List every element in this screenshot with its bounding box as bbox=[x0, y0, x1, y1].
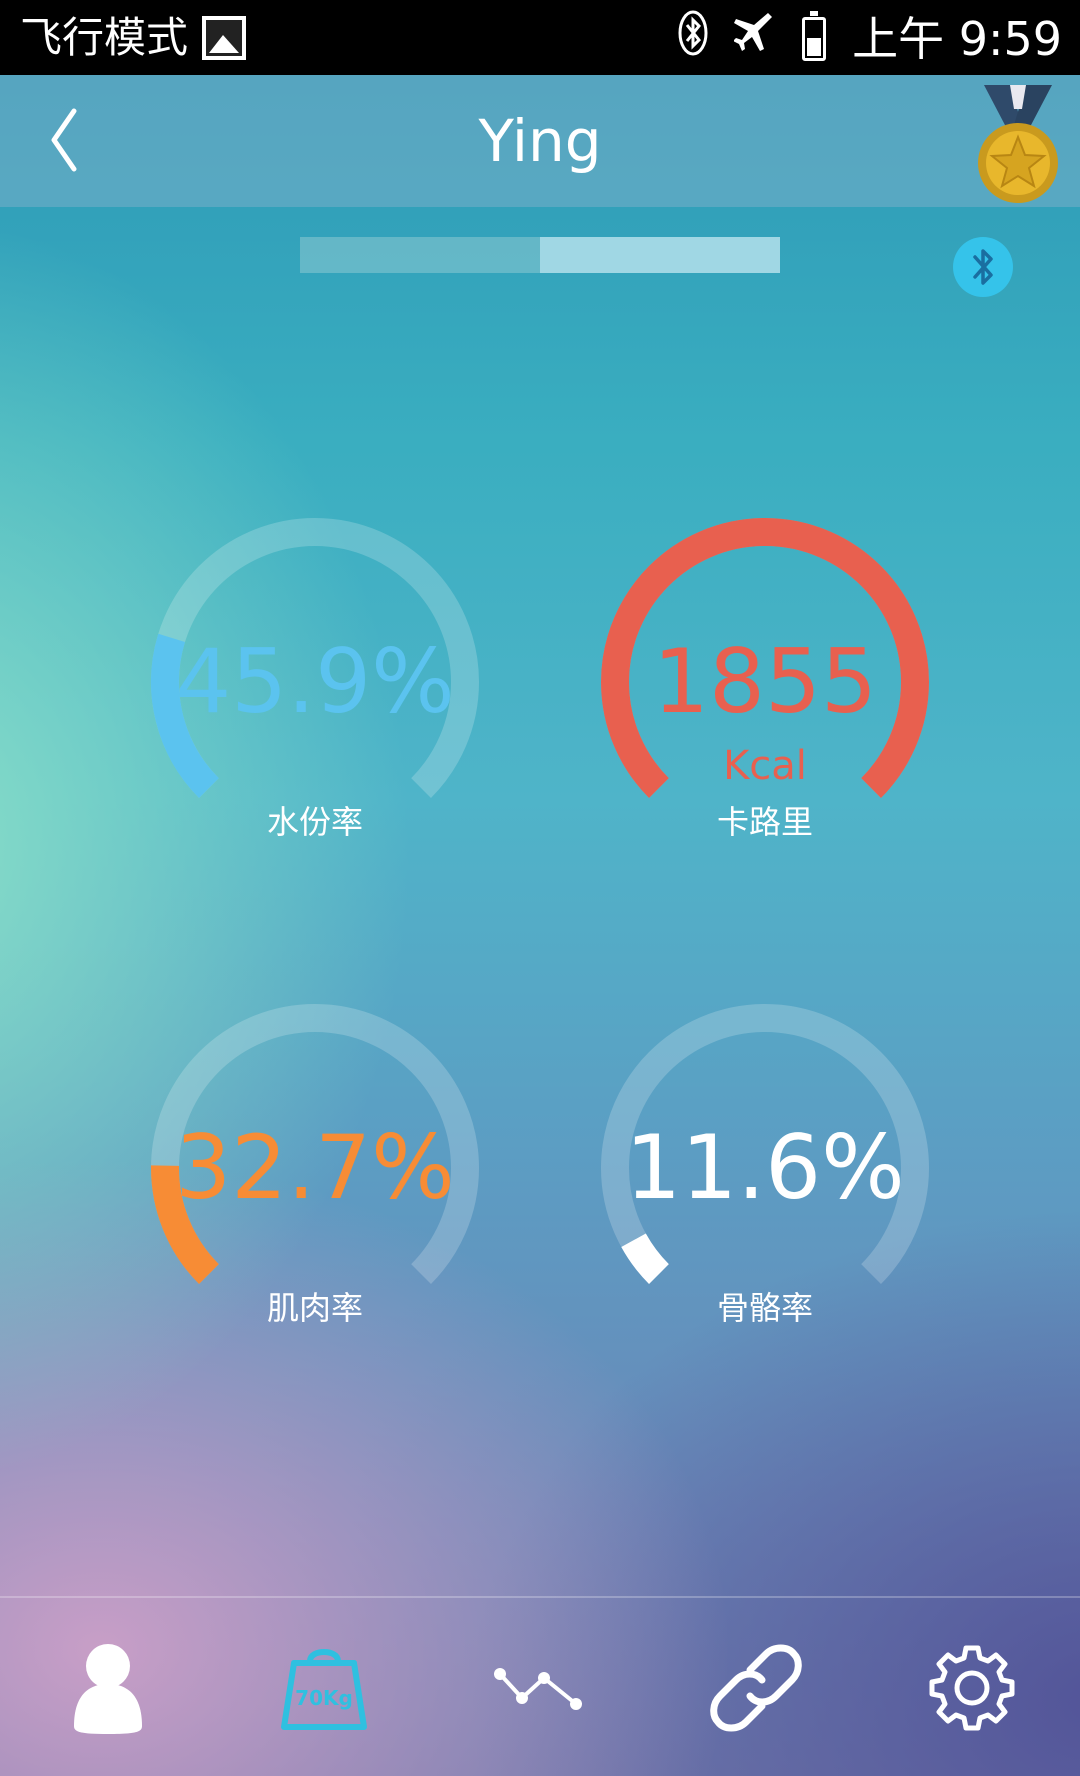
airplane-mode-text: 飞行模式 bbox=[20, 13, 189, 62]
link-icon bbox=[710, 1644, 802, 1732]
image-notification-icon bbox=[202, 16, 247, 60]
screen: 飞行模式 上午 9:59 Ying 45.9% 水份率 1855 Kcal 卡路… bbox=[0, 0, 1080, 1776]
status-time: 上午 9:59 bbox=[852, 12, 1062, 66]
bottom-nav: 70Kg bbox=[0, 1596, 1080, 1776]
bluetooth-status-icon bbox=[678, 10, 708, 68]
scale-icon-text: 70Kg bbox=[295, 1686, 353, 1710]
calorie-gauge: 1855 Kcal 卡路里 bbox=[595, 512, 935, 892]
scale-icon: 70Kg bbox=[281, 1649, 367, 1730]
nav-connect[interactable] bbox=[648, 1598, 864, 1776]
status-left: 飞行模式 bbox=[20, 10, 247, 66]
status-right: 上午 9:59 bbox=[678, 10, 1062, 68]
bone-rate-value: 11.6% bbox=[625, 1116, 905, 1219]
bone-rate-gauge: 11.6% 骨骼率 bbox=[595, 998, 935, 1378]
airplane-icon bbox=[733, 11, 776, 67]
page-indicator bbox=[300, 237, 780, 273]
medal-icon[interactable] bbox=[970, 85, 1066, 205]
bone-rate-label: 骨骼率 bbox=[716, 1289, 813, 1327]
calorie-unit: Kcal bbox=[723, 743, 807, 789]
trend-icon bbox=[494, 1668, 582, 1710]
person-icon bbox=[74, 1644, 142, 1734]
bluetooth-icon bbox=[973, 249, 993, 285]
water-rate-value: 45.9% bbox=[175, 630, 455, 733]
calorie-label: 卡路里 bbox=[716, 803, 813, 841]
battery-icon bbox=[802, 11, 827, 61]
page-indicator-segment-2[interactable] bbox=[540, 237, 780, 273]
gear-icon bbox=[929, 1645, 1015, 1731]
calorie-value: 1855 bbox=[653, 630, 877, 733]
muscle-rate-label: 肌肉率 bbox=[266, 1289, 363, 1327]
nav-profile[interactable] bbox=[0, 1598, 216, 1776]
page-title: Ying bbox=[478, 107, 602, 175]
nav-settings[interactable] bbox=[864, 1598, 1080, 1776]
bluetooth-button[interactable] bbox=[953, 237, 1013, 297]
nav-trend[interactable] bbox=[432, 1598, 648, 1776]
header-bar: Ying bbox=[0, 75, 1080, 207]
muscle-rate-gauge: 32.7% 肌肉率 bbox=[145, 998, 485, 1378]
muscle-rate-value: 32.7% bbox=[175, 1116, 455, 1219]
water-rate-label: 水份率 bbox=[266, 803, 363, 841]
water-rate-gauge: 45.9% 水份率 bbox=[145, 512, 485, 892]
nav-weigh[interactable]: 70Kg bbox=[216, 1598, 432, 1776]
page-indicator-segment-1[interactable] bbox=[300, 237, 540, 273]
status-bar: 飞行模式 上午 9:59 bbox=[0, 0, 1080, 75]
